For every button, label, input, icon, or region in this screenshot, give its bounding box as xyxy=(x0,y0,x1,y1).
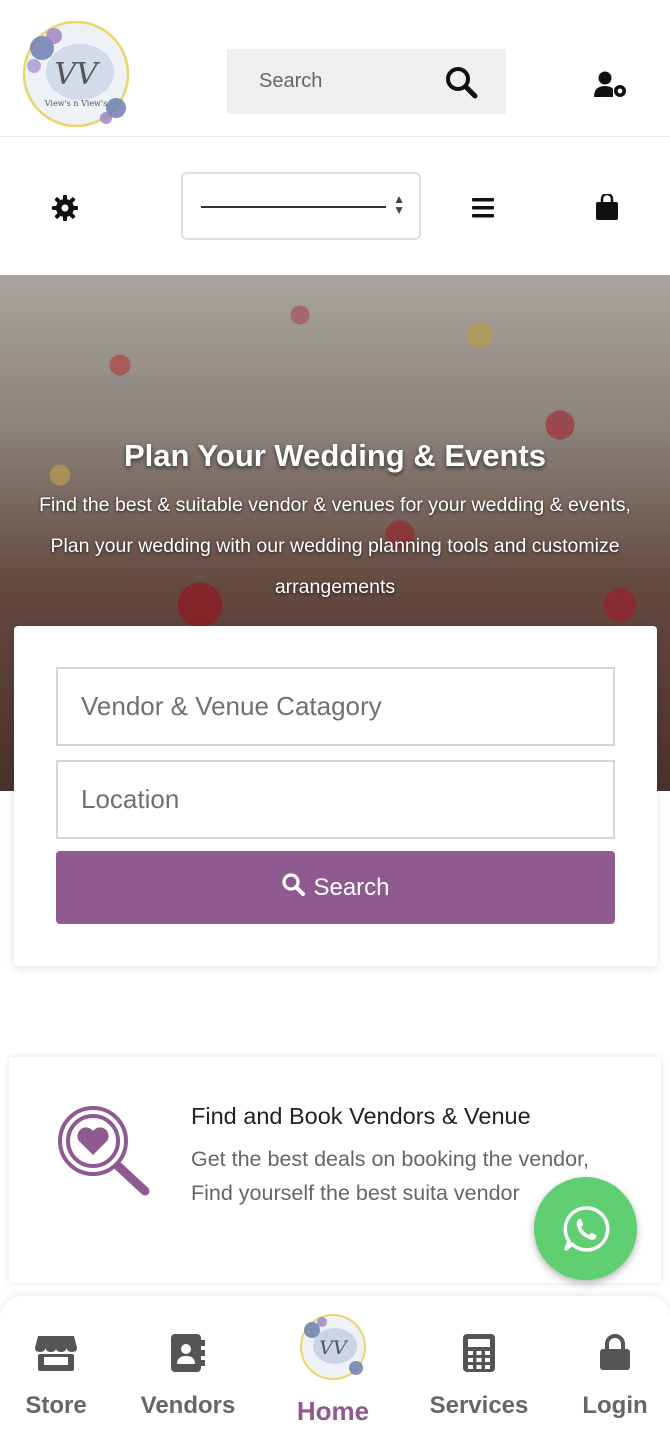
location-input[interactable] xyxy=(81,784,613,815)
nav-item-vendors[interactable]: Vendors xyxy=(132,1296,244,1450)
search-submit-label: Search xyxy=(313,873,390,901)
select-value-placeholder xyxy=(201,206,386,208)
header-search xyxy=(227,49,506,114)
search-input[interactable] xyxy=(259,70,439,93)
feature-text: Get the best deals on booking the vendor… xyxy=(191,1147,590,1205)
select-arrows-icon: ▲ ▼ xyxy=(393,192,405,217)
svg-text:VV: VV xyxy=(319,1337,349,1359)
whatsapp-chat-button[interactable] xyxy=(534,1177,637,1280)
nav-item-home[interactable]: VV Home xyxy=(272,1296,394,1450)
svg-text:View's n View's: View's n View's xyxy=(44,99,107,108)
address-book-icon xyxy=(171,1334,205,1377)
search-submit-button[interactable]: Search xyxy=(56,851,615,924)
secondary-toolbar: ▲ ▼ xyxy=(0,138,670,275)
heart-magnifier-icon xyxy=(55,1103,151,1199)
nav-label-home: Home xyxy=(296,1396,370,1426)
nav-label-vendors: Vendors xyxy=(140,1392,236,1419)
nav-label-services: Services xyxy=(429,1392,529,1419)
location-field xyxy=(56,760,615,839)
svg-text:VV: VV xyxy=(54,57,101,92)
nav-item-login[interactable]: Login xyxy=(560,1296,670,1450)
user-settings-icon[interactable] xyxy=(594,70,628,100)
nav-item-store[interactable]: Store xyxy=(0,1296,112,1450)
nav-label-login: Login xyxy=(582,1392,648,1419)
brand-logo[interactable]: VV View's n View's xyxy=(20,18,132,130)
category-input[interactable] xyxy=(81,691,613,722)
hero-subtitle: Find the best & suitable vendor & venues… xyxy=(39,494,631,598)
search-icon[interactable] xyxy=(444,65,478,99)
hero-title: Plan Your Wedding & Events xyxy=(123,438,546,473)
lock-icon xyxy=(600,1334,630,1375)
shopping-bag-icon[interactable] xyxy=(596,192,618,220)
search-icon xyxy=(281,872,306,903)
logo-icon: VV xyxy=(298,1312,368,1382)
bottom-navigation: Store Vendors VV Home Services Login xyxy=(0,1296,670,1450)
nav-item-services[interactable]: Services xyxy=(418,1296,540,1450)
feature-title: Find and Book Vendors & Venue xyxy=(191,1103,531,1129)
gear-icon[interactable] xyxy=(52,195,78,221)
category-field xyxy=(56,667,615,746)
top-header: VV View's n View's xyxy=(0,0,670,137)
whatsapp-icon xyxy=(563,1205,609,1252)
nav-label-store: Store xyxy=(25,1392,87,1419)
hamburger-menu-icon[interactable] xyxy=(472,198,494,218)
language-select[interactable]: ▲ ▼ xyxy=(181,172,421,240)
store-icon xyxy=(35,1334,77,1377)
vendor-search-card: Search xyxy=(14,626,657,966)
calculator-icon xyxy=(463,1334,495,1377)
